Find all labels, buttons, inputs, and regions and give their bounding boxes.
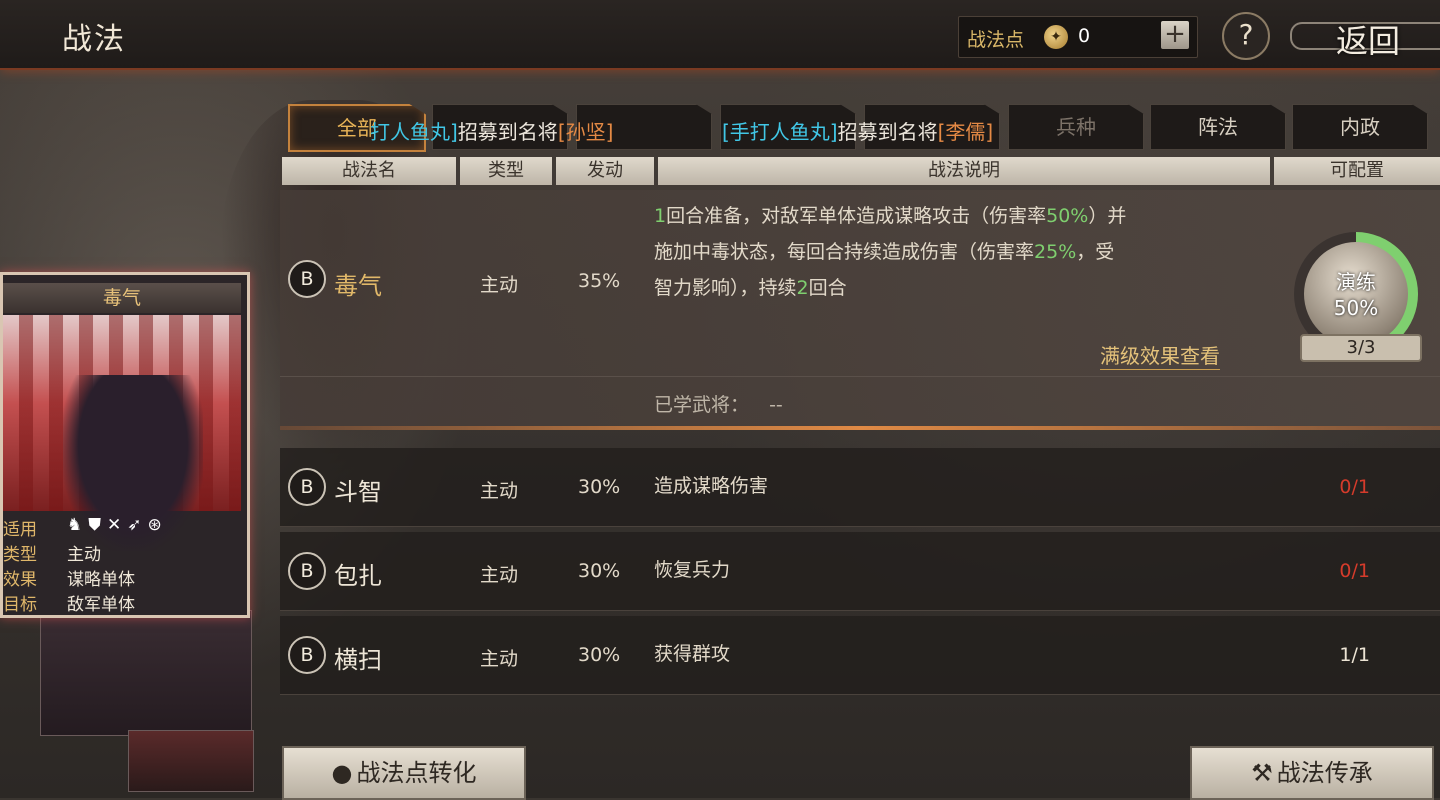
tactic-type: 主动 — [480, 480, 519, 502]
tactic-card: 毒气 适用 ♞⛊✕➶⊛ 类型 主动 效果 谋略单体 目标 敌军单体 — [0, 272, 250, 618]
tactic-description: 获得群攻 — [654, 643, 731, 665]
card-back — [40, 610, 252, 736]
full-effect-link[interactable]: 满级效果查看 — [1100, 340, 1220, 370]
config-count: 0/1 — [1339, 476, 1370, 498]
tactic-rate: 35% — [578, 270, 621, 292]
ticker-general-name: [孙坚] — [557, 120, 614, 144]
tactic-type: 主动 — [480, 648, 519, 670]
ticker-message-2: [手打人鱼丸]招募到名将[李儒] — [722, 116, 993, 145]
selection-glow — [280, 426, 1440, 430]
ticker-general-name: [李儒] — [937, 120, 994, 144]
tactic-row[interactable]: B 横扫 主动 30% 获得群攻 1/1 — [280, 616, 1440, 695]
tab-troop[interactable]: 兵种 — [1008, 104, 1144, 150]
training-percent: 50% — [1333, 296, 1379, 320]
tactic-rate: 30% — [578, 644, 621, 666]
ticker-text: 招募到名将 — [457, 120, 558, 144]
card-effect-value: 谋略单体 — [67, 570, 135, 590]
card-target-value: 敌军单体 — [67, 595, 135, 615]
config-count: 3/3 — [1300, 334, 1422, 362]
convert-points-button[interactable]: ● 战法点转化 — [282, 746, 526, 800]
tactic-name: 毒气 — [334, 272, 382, 300]
tactic-type: 主动 — [480, 564, 519, 586]
troop-type-icons: ♞⛊✕➶⊛ — [67, 515, 168, 535]
tactic-description: 1回合准备，对敌军单体造成谋略攻击（伤害率50%）并 施加中毒状态，每回合持续造… — [654, 205, 1127, 299]
tactic-type: 主动 — [480, 274, 519, 296]
tactic-points-icon: ✦ — [1044, 25, 1068, 49]
grade-badge: B — [288, 260, 326, 298]
top-bar: 战法 战法点 ✦ 0 + ? 返回 — [0, 0, 1440, 70]
ticker-message-1: 打人鱼丸]招募到名将[孙坚] — [370, 116, 613, 145]
column-header-desc: 战法说明 — [658, 157, 1270, 185]
flame-icon: ● — [331, 759, 353, 787]
column-header-type: 类型 — [460, 157, 552, 185]
card-info: 适用 ♞⛊✕➶⊛ 类型 主动 效果 谋略单体 目标 敌军单体 — [3, 515, 241, 615]
tab-internal[interactable]: 内政 — [1292, 104, 1428, 150]
card-target-key: 目标 — [3, 595, 37, 615]
tactic-row[interactable]: B 包扎 主动 30% 恢复兵力 0/1 — [280, 532, 1440, 611]
tactic-points-label: 战法点 — [967, 29, 1025, 51]
back-button[interactable]: 返回 — [1290, 10, 1440, 60]
ticker-player-name: 打人鱼丸] — [370, 120, 458, 144]
ticker-player-name: [手打人鱼丸] — [722, 120, 838, 144]
card-type-value: 主动 — [67, 545, 101, 565]
column-header-config: 可配置 — [1274, 157, 1440, 185]
tactic-row[interactable]: B 斗智 主动 30% 造成谋略伤害 0/1 — [280, 448, 1440, 527]
tactic-rate: 30% — [578, 560, 621, 582]
tactic-description: 造成谋略伤害 — [654, 475, 769, 497]
learned-label: 已学武将： — [654, 394, 750, 416]
help-button[interactable]: ? — [1222, 12, 1270, 60]
training-dial-center: 演练 50% — [1304, 242, 1408, 346]
tactic-name: 斗智 — [334, 478, 382, 506]
learned-value: -- — [769, 394, 783, 416]
tactic-name: 包扎 — [334, 562, 382, 590]
tactic-row-expanded[interactable]: B 毒气 主动 35% 1回合准备，对敌军单体造成谋略攻击（伤害率50%）并 施… — [280, 190, 1440, 430]
learned-generals: 已学武将： -- — [654, 390, 783, 417]
tactic-points-box: 战法点 ✦ 0 + — [958, 16, 1198, 58]
card-apply-key: 适用 — [3, 520, 37, 540]
card-title: 毒气 — [3, 283, 241, 313]
tactic-name: 横扫 — [334, 646, 382, 674]
card-back — [128, 730, 254, 792]
inherit-tactic-label: 战法传承 — [1276, 759, 1373, 787]
convert-points-label: 战法点转化 — [356, 759, 477, 787]
column-header-name: 战法名 — [282, 157, 456, 185]
card-effect-key: 效果 — [3, 570, 37, 590]
column-header-rate: 发动 — [556, 157, 654, 185]
grade-badge: B — [288, 468, 326, 506]
page-title: 战法 — [62, 22, 126, 57]
inherit-tactic-button[interactable]: ⚒ 战法传承 — [1190, 746, 1434, 800]
tactic-description: 恢复兵力 — [654, 559, 731, 581]
add-points-button[interactable]: + — [1161, 21, 1189, 49]
config-count: 1/1 — [1339, 644, 1370, 666]
back-button-label: 返回 — [1336, 22, 1401, 60]
config-count: 0/1 — [1339, 560, 1370, 582]
row-divider — [280, 376, 1440, 377]
card-type-key: 类型 — [3, 545, 37, 565]
tactic-rate: 30% — [578, 476, 621, 498]
grade-badge: B — [288, 636, 326, 674]
training-label: 演练 — [1336, 270, 1376, 294]
card-illustration — [3, 315, 241, 551]
grade-badge: B — [288, 552, 326, 590]
ticker-text: 招募到名将 — [837, 120, 938, 144]
tab-formation[interactable]: 阵法 — [1150, 104, 1286, 150]
tactic-points-value: 0 — [1077, 25, 1091, 47]
hammer-icon: ⚒ — [1251, 759, 1273, 787]
